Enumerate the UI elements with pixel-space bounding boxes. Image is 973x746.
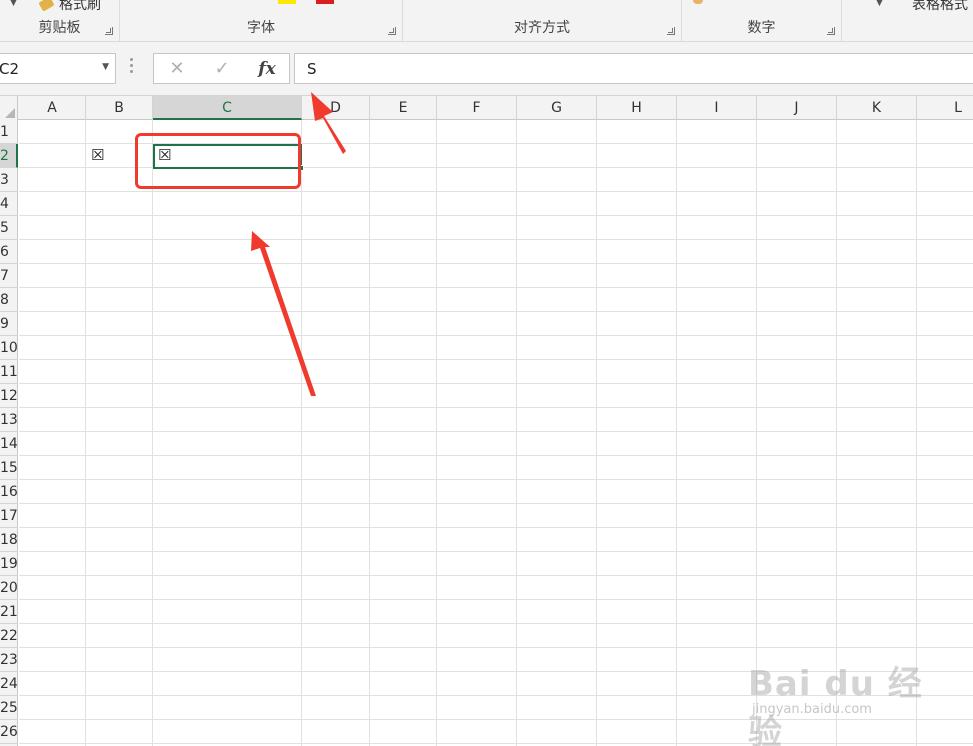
ribbon-group-label-alignment: 对齐方式 bbox=[514, 20, 570, 36]
row-header-15[interactable]: 15 bbox=[0, 456, 18, 480]
dialog-launcher-icon[interactable] bbox=[388, 27, 396, 35]
cancel-icon[interactable]: ✕ bbox=[164, 57, 190, 81]
row-header-2[interactable]: 2 bbox=[0, 144, 18, 168]
row-header-9[interactable]: 9 bbox=[0, 312, 18, 336]
column-header-e[interactable]: E bbox=[370, 96, 437, 120]
grid-row-line bbox=[19, 431, 973, 432]
row-header-8[interactable]: 8 bbox=[0, 288, 18, 312]
column-header-g[interactable]: G bbox=[517, 96, 597, 120]
grid-column-line bbox=[369, 120, 370, 746]
grid-row-line bbox=[19, 215, 973, 216]
row-header-7[interactable]: 7 bbox=[0, 264, 18, 288]
formula-actions: ✕ ✓ fx bbox=[153, 53, 290, 84]
column-header-k[interactable]: K bbox=[837, 96, 917, 120]
row-header-16[interactable]: 16 bbox=[0, 480, 18, 504]
grid-row-line bbox=[19, 239, 973, 240]
row-header-3[interactable]: 3 bbox=[0, 168, 18, 192]
drag-grip-icon[interactable] bbox=[130, 58, 133, 76]
grid-column-line bbox=[596, 120, 597, 746]
formula-bar: C2 ▼ ✕ ✓ fx S bbox=[0, 42, 973, 96]
ribbon-group-number: 数字 bbox=[682, 0, 842, 41]
watermark-logo: Bai du 经验 bbox=[748, 664, 923, 746]
grid-row-line bbox=[19, 191, 973, 192]
ribbon-group-font: 字体 bbox=[120, 0, 403, 41]
insert-function-icon[interactable]: fx bbox=[254, 57, 280, 81]
check-icon[interactable]: ✓ bbox=[209, 57, 235, 81]
watermark: Bai du 经验 jingyan.baidu.com bbox=[748, 648, 928, 746]
ribbon-group-label-font: 字体 bbox=[247, 20, 275, 36]
row-header-26[interactable]: 26 bbox=[0, 720, 18, 744]
grid-column-line bbox=[152, 120, 153, 746]
row-header-25[interactable]: 25 bbox=[0, 696, 18, 720]
row-header-23[interactable]: 23 bbox=[0, 648, 18, 672]
grid-row-line bbox=[19, 479, 973, 480]
row-header-10[interactable]: 10 bbox=[0, 336, 18, 360]
row-header-20[interactable]: 20 bbox=[0, 576, 18, 600]
ribbon: ▼ 格式刷 剪贴板 字体 对齐方式 数字 ▼ 表格格式 bbox=[0, 0, 973, 42]
grid-row-line bbox=[19, 383, 973, 384]
grid-row-line bbox=[19, 263, 973, 264]
row-header-bar: 1 2 3 4 5 6 7 8 9 10 11 12 13 14 15 16 17 18 19 20 21 22 23 24 2… bbox=[0, 120, 18, 746]
dialog-launcher-icon[interactable] bbox=[105, 27, 113, 35]
ribbon-group-label-number: 数字 bbox=[747, 20, 776, 36]
row-header-17[interactable]: 17 bbox=[0, 504, 18, 528]
grid-column-line bbox=[516, 120, 517, 746]
column-header-b[interactable]: B bbox=[86, 96, 153, 120]
format-as-table-button[interactable]: 表格格式 bbox=[912, 0, 968, 14]
row-header-6[interactable]: 6 bbox=[0, 240, 18, 264]
column-header-d[interactable]: D bbox=[302, 96, 370, 120]
row-header-22[interactable]: 22 bbox=[0, 624, 18, 648]
grid-row-line bbox=[19, 623, 973, 624]
dialog-launcher-icon[interactable] bbox=[667, 27, 675, 35]
column-header-f[interactable]: F bbox=[437, 96, 517, 120]
formula-value: S bbox=[307, 60, 317, 78]
grid-row-line bbox=[19, 527, 973, 528]
watermark-url: jingyan.baidu.com bbox=[752, 702, 872, 717]
formula-input[interactable]: S bbox=[294, 53, 973, 84]
grid-row-line bbox=[19, 599, 973, 600]
row-header-1[interactable]: 1 bbox=[0, 120, 18, 144]
dialog-launcher-icon[interactable] bbox=[827, 27, 835, 35]
column-header-bar: ABCDEFGHIJKL bbox=[0, 96, 973, 120]
annotation-highlight-box bbox=[135, 133, 301, 189]
grid-row-line bbox=[19, 551, 973, 552]
column-header-h[interactable]: H bbox=[597, 96, 677, 120]
grid-column-line bbox=[85, 120, 86, 746]
row-header-11[interactable]: 11 bbox=[0, 360, 18, 384]
row-header-18[interactable]: 18 bbox=[0, 528, 18, 552]
grid-row-line bbox=[19, 359, 973, 360]
conditional-format-caret-icon[interactable]: ▼ bbox=[876, 0, 883, 8]
grid-column-line bbox=[676, 120, 677, 746]
grid-row-line bbox=[19, 407, 973, 408]
column-header-l[interactable]: L bbox=[917, 96, 973, 120]
column-header-i[interactable]: I bbox=[677, 96, 757, 120]
grid-row-line bbox=[19, 311, 973, 312]
row-header-13[interactable]: 13 bbox=[0, 408, 18, 432]
row-header-12[interactable]: 12 bbox=[0, 384, 18, 408]
name-box-value: C2 bbox=[0, 60, 20, 78]
grid-column-line bbox=[436, 120, 437, 746]
ribbon-group-alignment: 对齐方式 bbox=[403, 0, 682, 41]
grid-row-line bbox=[19, 455, 973, 456]
grid-row-line bbox=[19, 335, 973, 336]
column-header-a[interactable]: A bbox=[19, 96, 86, 120]
ribbon-group-clipboard: 剪贴板 bbox=[0, 0, 120, 41]
grid-row-line bbox=[19, 503, 973, 504]
row-header-24[interactable]: 24 bbox=[0, 672, 18, 696]
row-header-19[interactable]: 19 bbox=[0, 552, 18, 576]
column-header-j[interactable]: J bbox=[757, 96, 837, 120]
row-header-14[interactable]: 14 bbox=[0, 432, 18, 456]
row-header-4[interactable]: 4 bbox=[0, 192, 18, 216]
grid-column-line bbox=[301, 120, 302, 746]
grid-row-line bbox=[19, 287, 973, 288]
row-header-5[interactable]: 5 bbox=[0, 216, 18, 240]
column-header-c[interactable]: C bbox=[153, 96, 302, 120]
name-box[interactable]: C2 ▼ bbox=[0, 53, 116, 84]
select-all-corner[interactable] bbox=[0, 96, 18, 120]
row-header-21[interactable]: 21 bbox=[0, 600, 18, 624]
grid-row-line bbox=[19, 575, 973, 576]
ribbon-group-label-clipboard: 剪贴板 bbox=[38, 20, 81, 36]
cell-b2[interactable]: ☒ bbox=[91, 144, 104, 166]
chevron-down-icon[interactable]: ▼ bbox=[102, 62, 109, 72]
